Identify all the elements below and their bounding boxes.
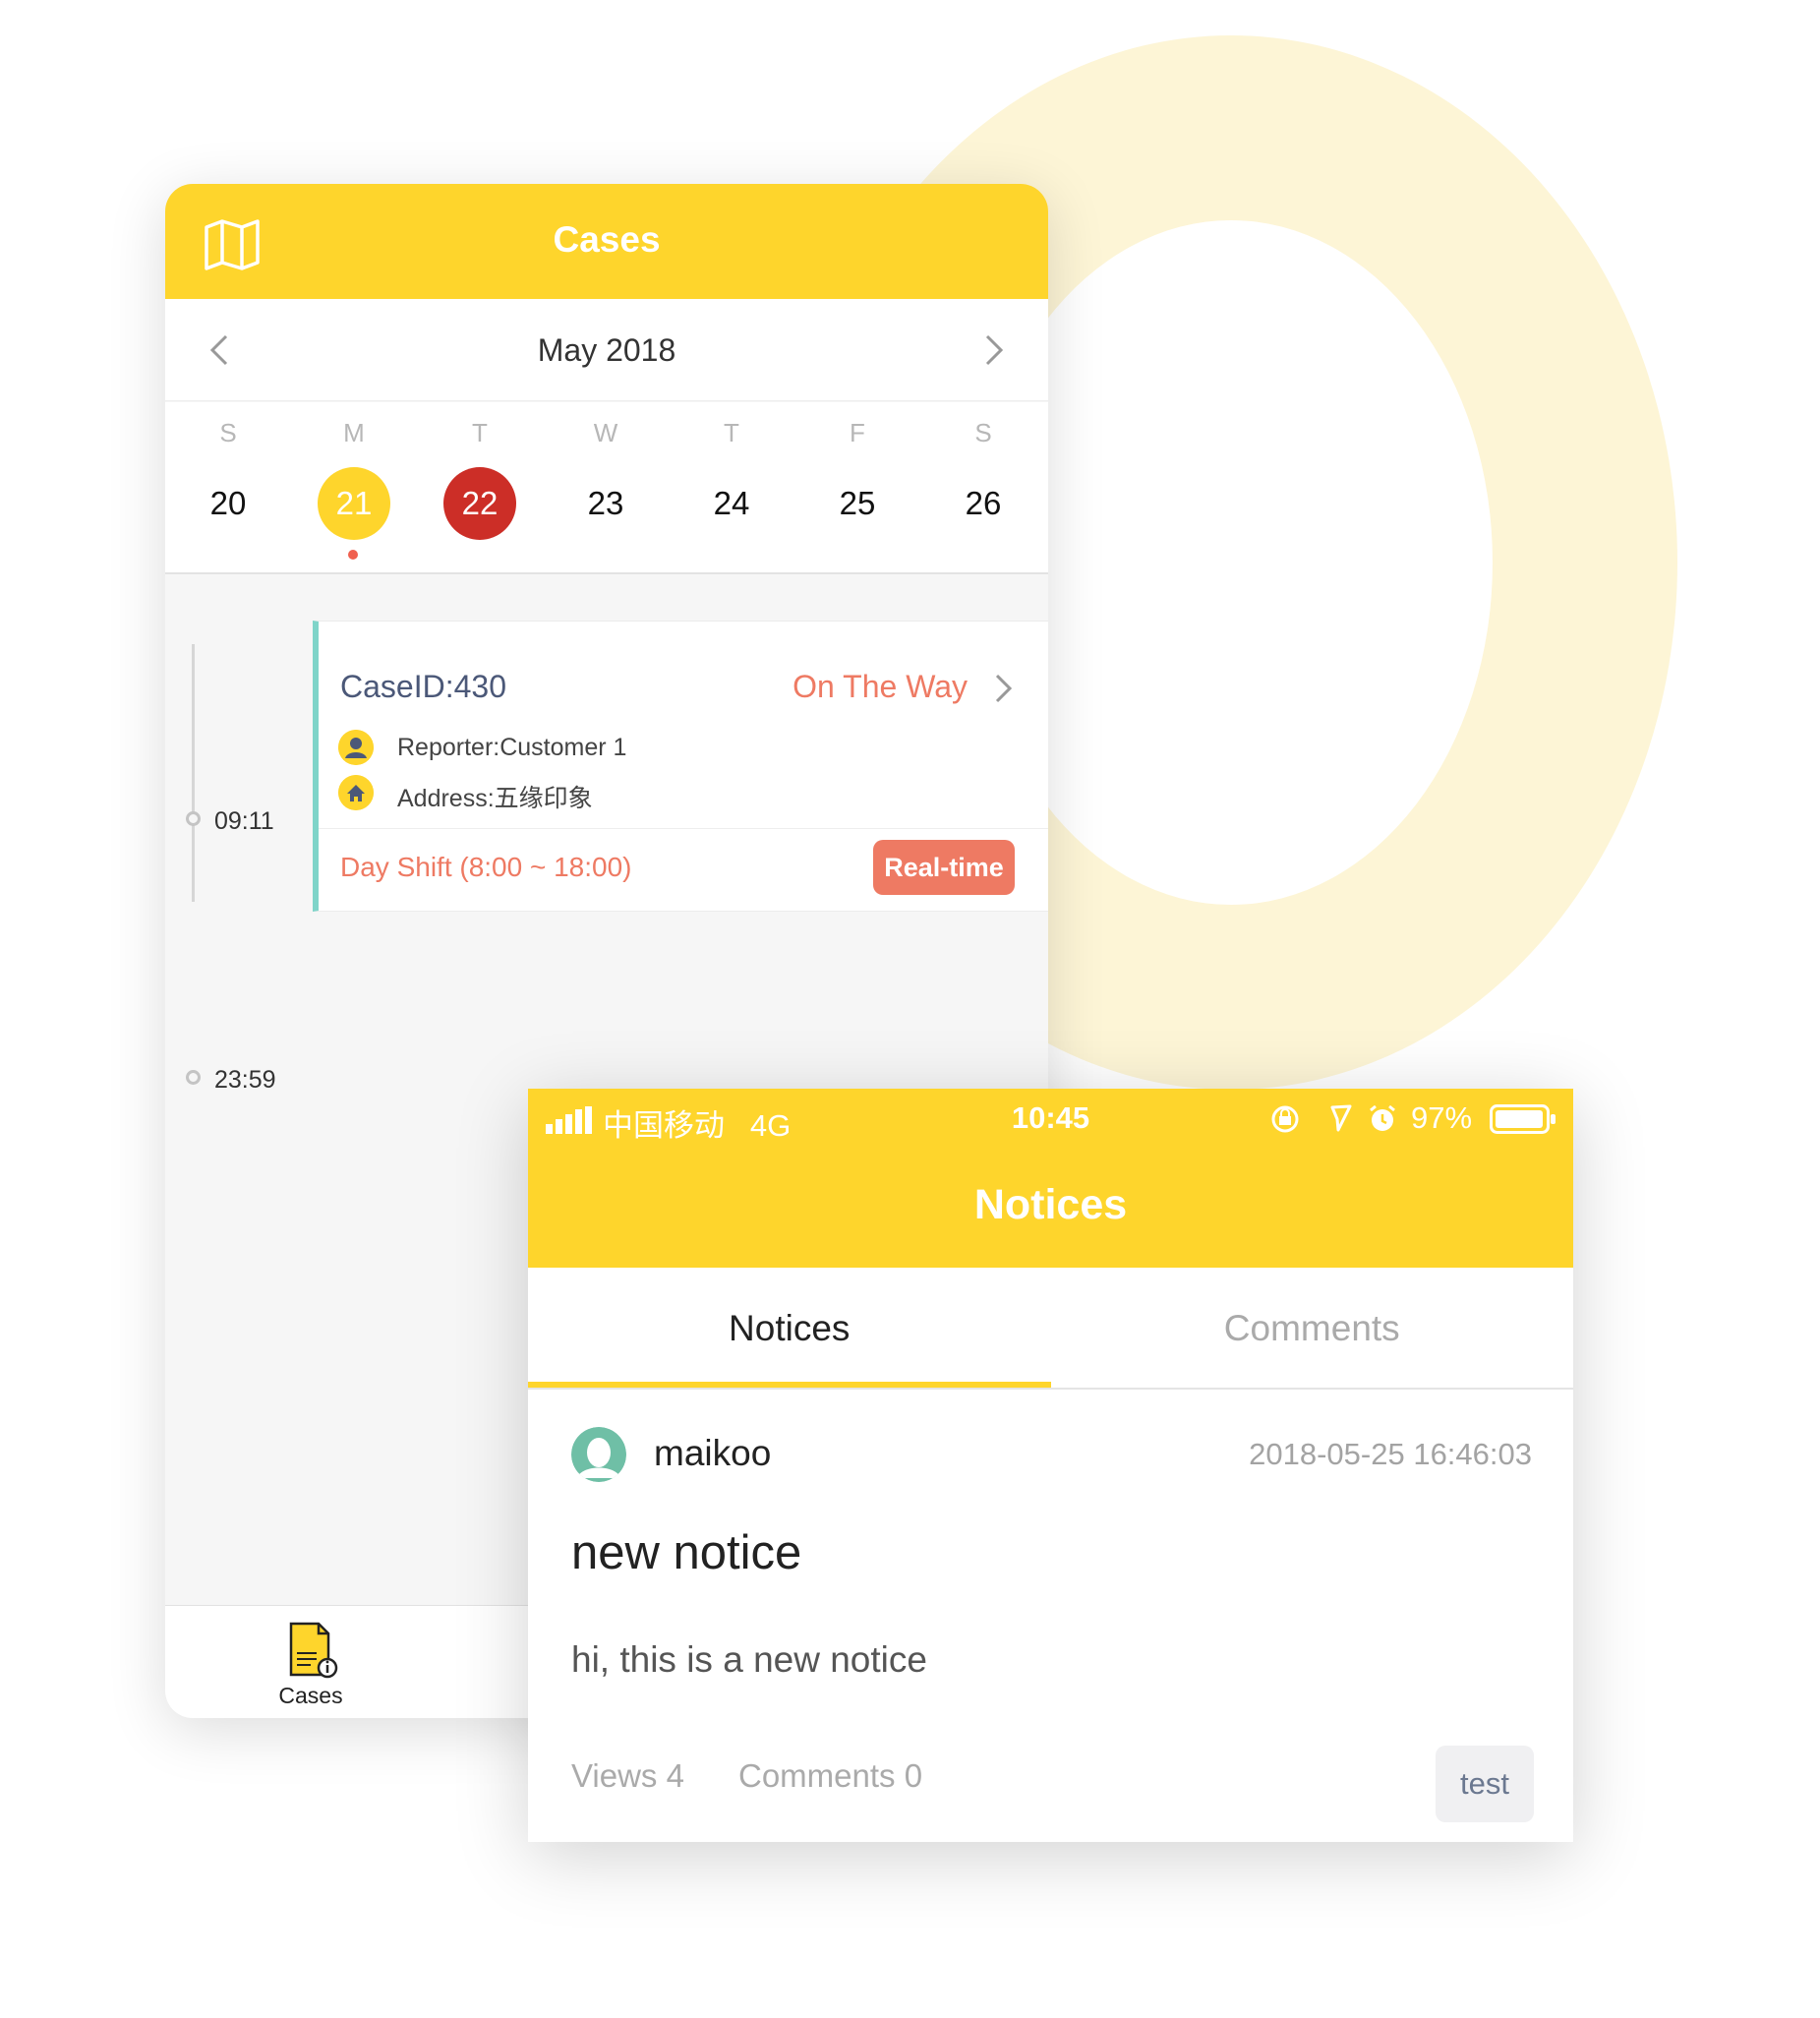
notice-views: Views 4 (571, 1757, 684, 1794)
calendar-day[interactable]: 26 (920, 467, 1046, 540)
realtime-badge: Real-time (873, 840, 1015, 895)
status-icons (1271, 1104, 1395, 1133)
calendar-day[interactable]: 20 (165, 467, 291, 540)
calendar-day-today[interactable]: 22 (417, 467, 543, 540)
divider (319, 828, 1048, 829)
weekday-label: S (219, 418, 237, 447)
timeline-start-node (186, 811, 201, 826)
weekday-label: T (724, 418, 739, 447)
timeline-start-time: 09:11 (214, 807, 274, 835)
calendar-day[interactable]: 25 (794, 467, 920, 540)
chevron-right-icon[interactable] (979, 332, 1009, 368)
week-strip: S M T W T F S 20 21 22 23 24 25 26 (165, 402, 1048, 574)
month-label: May 2018 (537, 332, 676, 368)
case-card[interactable]: CaseID:430 On The Way Reporter:Customer … (313, 621, 1048, 912)
tab-comments[interactable]: Comments (1051, 1268, 1574, 1388)
tab-notices[interactable]: Notices (528, 1268, 1051, 1388)
battery-icon (1490, 1104, 1556, 1134)
case-status: On The Way (793, 669, 968, 704)
reporter-icon (338, 730, 374, 765)
page-title: Cases (553, 219, 661, 260)
calendar-day[interactable]: 24 (669, 467, 794, 540)
home-icon (338, 775, 374, 810)
timeline-end-node (186, 1070, 201, 1085)
tab-cases-label: Cases (278, 1683, 343, 1708)
case-address: Address:五缘印象 (397, 785, 593, 812)
timeline-line (192, 644, 195, 902)
timeline-end-time: 23:59 (214, 1066, 276, 1094)
status-battery-percent: 97% (1411, 1100, 1473, 1135)
notice-timestamp: 2018-05-25 16:46:03 (1249, 1437, 1532, 1471)
notices-header: 中国移动 4G 10:45 97% Notices (528, 1089, 1573, 1268)
case-shift: Day Shift (8:00 ~ 18:00) (340, 852, 632, 882)
cases-doc-icon (289, 1622, 338, 1679)
weekday-label: S (974, 418, 992, 447)
event-indicator-dot (348, 550, 358, 560)
weekday-label: F (850, 418, 865, 447)
active-tab-indicator (528, 1382, 1051, 1388)
weekday-label: M (343, 418, 365, 447)
calendar-day[interactable]: 23 (543, 467, 669, 540)
notice-list-item[interactable]: maikoo 2018-05-25 16:46:03 new notice hi… (528, 1392, 1573, 1842)
avatar-icon (571, 1427, 626, 1482)
notice-tag[interactable]: test (1436, 1746, 1534, 1822)
chevron-right-icon[interactable] (993, 673, 1015, 704)
notice-body: hi, this is a new notice (571, 1639, 927, 1680)
weekday-label: W (593, 418, 618, 447)
notices-screen: 中国移动 4G 10:45 97% Notices Notices Commen… (528, 1089, 1573, 1842)
notice-title: new notice (571, 1526, 802, 1579)
weekday-label: T (472, 418, 488, 447)
notice-comments-count: Comments 0 (738, 1757, 923, 1794)
page-title: Notices (973, 1181, 1128, 1228)
status-bar: 中国移动 4G 10:45 97% (528, 1089, 1573, 1150)
cases-header: Cases (165, 184, 1048, 299)
notice-author: maikoo (654, 1433, 772, 1473)
month-navigator: May 2018 (165, 299, 1048, 401)
location-icon (1330, 1104, 1352, 1132)
notice-tabs: Notices Comments (528, 1268, 1573, 1390)
tab-cases[interactable]: Cases (252, 1620, 370, 1709)
calendar-day-selected[interactable]: 21 (291, 467, 417, 540)
alarm-icon (1370, 1104, 1395, 1131)
case-id: CaseID:430 (340, 669, 506, 704)
rotation-lock-icon (1271, 1105, 1299, 1133)
case-reporter: Reporter:Customer 1 (397, 734, 627, 761)
